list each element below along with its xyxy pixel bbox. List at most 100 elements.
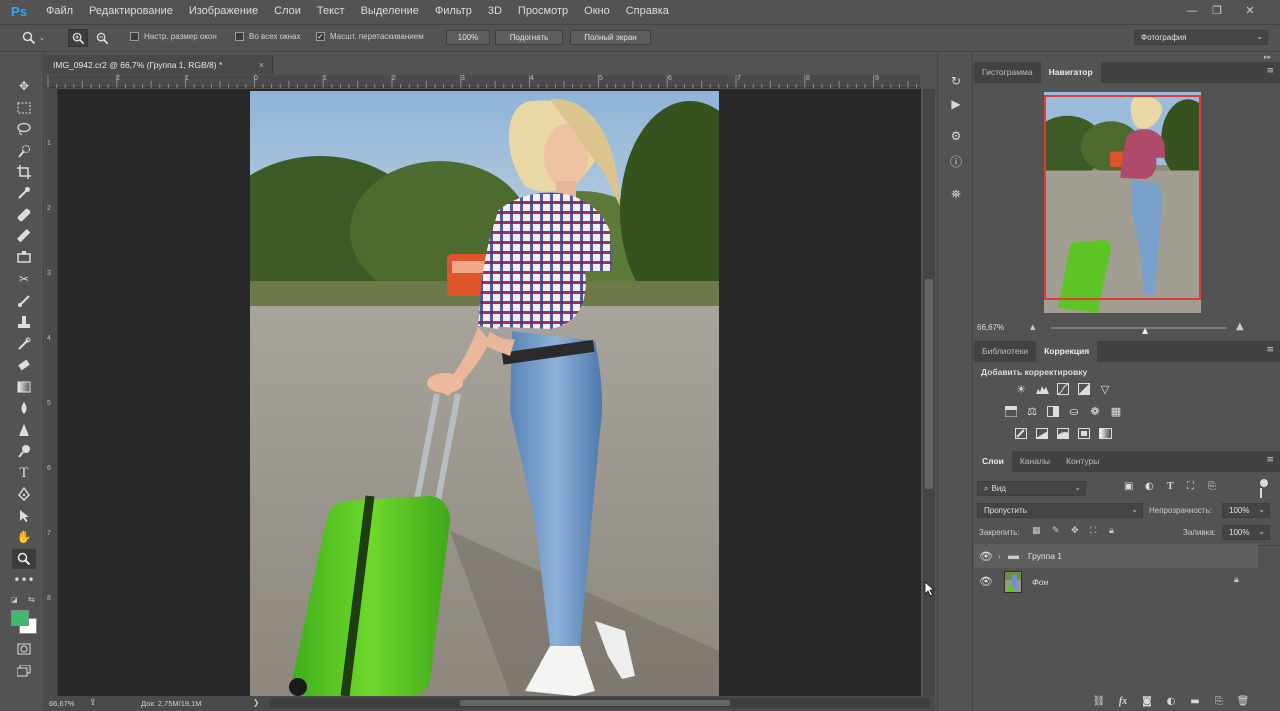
stamp-tool-icon[interactable] [12, 312, 36, 332]
marquee-tool-icon[interactable] [12, 98, 36, 118]
menu-type[interactable]: Текст [309, 0, 353, 22]
filter-pixel-icon[interactable]: ▣ [1124, 481, 1133, 492]
layer-row-background[interactable]: 👁︎ Фон 🔒︎ [974, 568, 1258, 595]
channel-mixer-icon[interactable]: ❁ [1088, 404, 1102, 418]
blend-mode-dropdown[interactable]: Пропустить ⌄ [977, 503, 1143, 518]
art-history-brush-icon[interactable] [12, 334, 36, 354]
scrubby-zoom-checkbox[interactable]: ✓ Масшт. перетаскиванием [316, 32, 424, 41]
levels-icon[interactable] [1035, 382, 1049, 396]
history-panel-icon[interactable]: ↻ [946, 72, 966, 90]
menu-select[interactable]: Выделение [353, 0, 427, 22]
brush-tool-icon[interactable] [12, 226, 36, 246]
properties-panel-icon[interactable]: ⚙ [946, 127, 966, 145]
hue-saturation-icon[interactable] [1004, 404, 1018, 418]
more-tools-icon[interactable]: ••• [12, 570, 36, 590]
menu-3d[interactable]: 3D [480, 0, 510, 22]
move-tool-icon[interactable]: ✥ [12, 76, 36, 96]
layer-name[interactable]: Фон [1032, 577, 1048, 587]
selective-color-icon[interactable] [1077, 426, 1091, 440]
tab-paths[interactable]: Контуры [1058, 451, 1107, 472]
zoom-out-mountain-icon[interactable]: ▲ [1030, 323, 1035, 331]
quick-mask-icon[interactable] [12, 639, 36, 659]
blur-tool-icon[interactable] [12, 398, 36, 418]
curves-icon[interactable] [1056, 382, 1070, 396]
delete-layer-icon[interactable]: 🗑︎ [1234, 693, 1252, 709]
document-image[interactable] [250, 91, 719, 696]
swap-colors-icon[interactable]: ⇆ [28, 595, 35, 604]
menu-help[interactable]: Справка [618, 0, 677, 22]
default-colors-icon[interactable]: ◪ [11, 596, 18, 604]
lock-position-icon[interactable]: ✥ [1071, 526, 1079, 536]
filter-smart-object-icon[interactable]: ⎘ [1208, 481, 1216, 492]
new-group-icon[interactable]: ▬ [1186, 693, 1204, 709]
hand-tool-icon[interactable]: ✋ [12, 527, 36, 547]
gradient-map-icon[interactable] [1098, 426, 1112, 440]
chevron-right-icon[interactable]: › [998, 552, 1008, 561]
document-tab[interactable]: IMG_0942.cr2 @ 66,7% (Группа 1, RGB/8) *… [45, 55, 273, 74]
zoom-tool-icon[interactable] [12, 549, 36, 569]
brightness-contrast-icon[interactable]: ☀ [1014, 382, 1028, 396]
color-lookup-icon[interactable]: ▦ [1109, 404, 1123, 418]
lock-transparent-icon[interactable]: ▦ [1032, 526, 1041, 536]
visibility-eye-icon[interactable]: 👁︎ [974, 575, 998, 588]
quick-selection-tool-icon[interactable] [12, 141, 36, 161]
status-menu-arrow[interactable]: ❯ [253, 698, 259, 707]
lock-artboard-icon[interactable]: ⛶ [1090, 526, 1096, 536]
fill-field[interactable]: 100% ⌄ [1222, 525, 1270, 540]
zoom-in-mountain-icon[interactable]: ▲ [1236, 321, 1244, 332]
vertical-scrollbar[interactable] [923, 89, 935, 696]
close-document-icon[interactable]: × [259, 60, 264, 70]
visibility-eye-icon[interactable]: 👁︎ [974, 550, 998, 563]
tab-navigator[interactable]: Навигатор [1040, 62, 1101, 83]
layer-filter-dropdown[interactable]: ⌕ Вид ⌄ [977, 481, 1086, 496]
restore-button[interactable]: ❐ [1203, 0, 1231, 20]
menu-view[interactable]: Просмотр [510, 0, 576, 22]
export-icon[interactable]: ⇪ [89, 697, 97, 708]
screen-mode-icon[interactable] [12, 661, 36, 681]
zoom-out-icon[interactable] [92, 29, 112, 47]
paint-brush-icon[interactable] [12, 291, 36, 311]
path-selection-tool-icon[interactable] [12, 506, 36, 526]
threshold-icon[interactable] [1056, 426, 1070, 440]
new-adjustment-layer-icon[interactable]: ◐ [1162, 693, 1180, 709]
zoom-in-icon[interactable] [68, 29, 88, 47]
horizontal-scrollbar[interactable] [270, 698, 930, 708]
filter-adjustment-icon[interactable]: ◐ [1145, 481, 1154, 492]
add-mask-icon[interactable]: ◙ [1138, 693, 1156, 709]
filter-shape-icon[interactable]: ⛶ [1187, 481, 1194, 492]
color-balance-icon[interactable]: ⚖ [1025, 404, 1039, 418]
photo-filter-icon[interactable]: ⛀ [1067, 404, 1081, 418]
clone-stamp-tool-icon[interactable] [12, 248, 36, 268]
zoom-100-button[interactable]: 100% [446, 30, 490, 45]
crop-tool-icon[interactable] [12, 162, 36, 182]
close-window-button[interactable]: ✕ [1236, 0, 1264, 20]
dodge-tool-icon[interactable] [12, 441, 36, 461]
opacity-field[interactable]: 100% ⌄ [1222, 503, 1270, 518]
actions-panel-icon[interactable]: ▶ [946, 95, 966, 113]
invert-icon[interactable] [1014, 426, 1028, 440]
tab-channels[interactable]: Каналы [1012, 451, 1058, 472]
menu-filter[interactable]: Фильтр [427, 0, 480, 22]
history-brush-tool-icon[interactable]: ✂ [12, 269, 36, 289]
layer-style-fx-icon[interactable]: fx [1114, 693, 1132, 709]
tab-adjustments[interactable]: Коррекция [1036, 341, 1098, 362]
menu-image[interactable]: Изображение [181, 0, 266, 22]
navigator-zoom-slider[interactable] [1051, 327, 1227, 329]
eraser-tool-icon[interactable] [12, 355, 36, 375]
tab-libraries[interactable]: Библиотеки [974, 341, 1036, 362]
panel-menu-icon[interactable]: ≡ [1266, 455, 1274, 465]
clone-source-panel-icon[interactable]: ⛯ [946, 185, 966, 203]
filter-toggle-icon[interactable] [1260, 479, 1268, 487]
menu-file[interactable]: Файл [38, 0, 81, 22]
filter-type-icon[interactable]: T [1167, 481, 1174, 492]
info-panel-icon[interactable]: ⓘ [946, 152, 966, 170]
navigator-zoom[interactable]: 66,67% [977, 323, 1004, 332]
healing-brush-tool-icon[interactable] [12, 205, 36, 225]
menu-edit[interactable]: Редактирование [81, 0, 181, 22]
status-zoom[interactable]: 66,67% [49, 699, 74, 708]
minimize-button[interactable]: — [1178, 0, 1206, 20]
lock-all-icon[interactable]: 🔒︎ [1109, 526, 1114, 536]
panel-menu-icon[interactable]: ≡ [1266, 345, 1274, 355]
zoom-tool-preset-icon[interactable]: ⌄ [22, 29, 54, 47]
new-layer-icon[interactable]: ⎘ [1210, 693, 1228, 709]
